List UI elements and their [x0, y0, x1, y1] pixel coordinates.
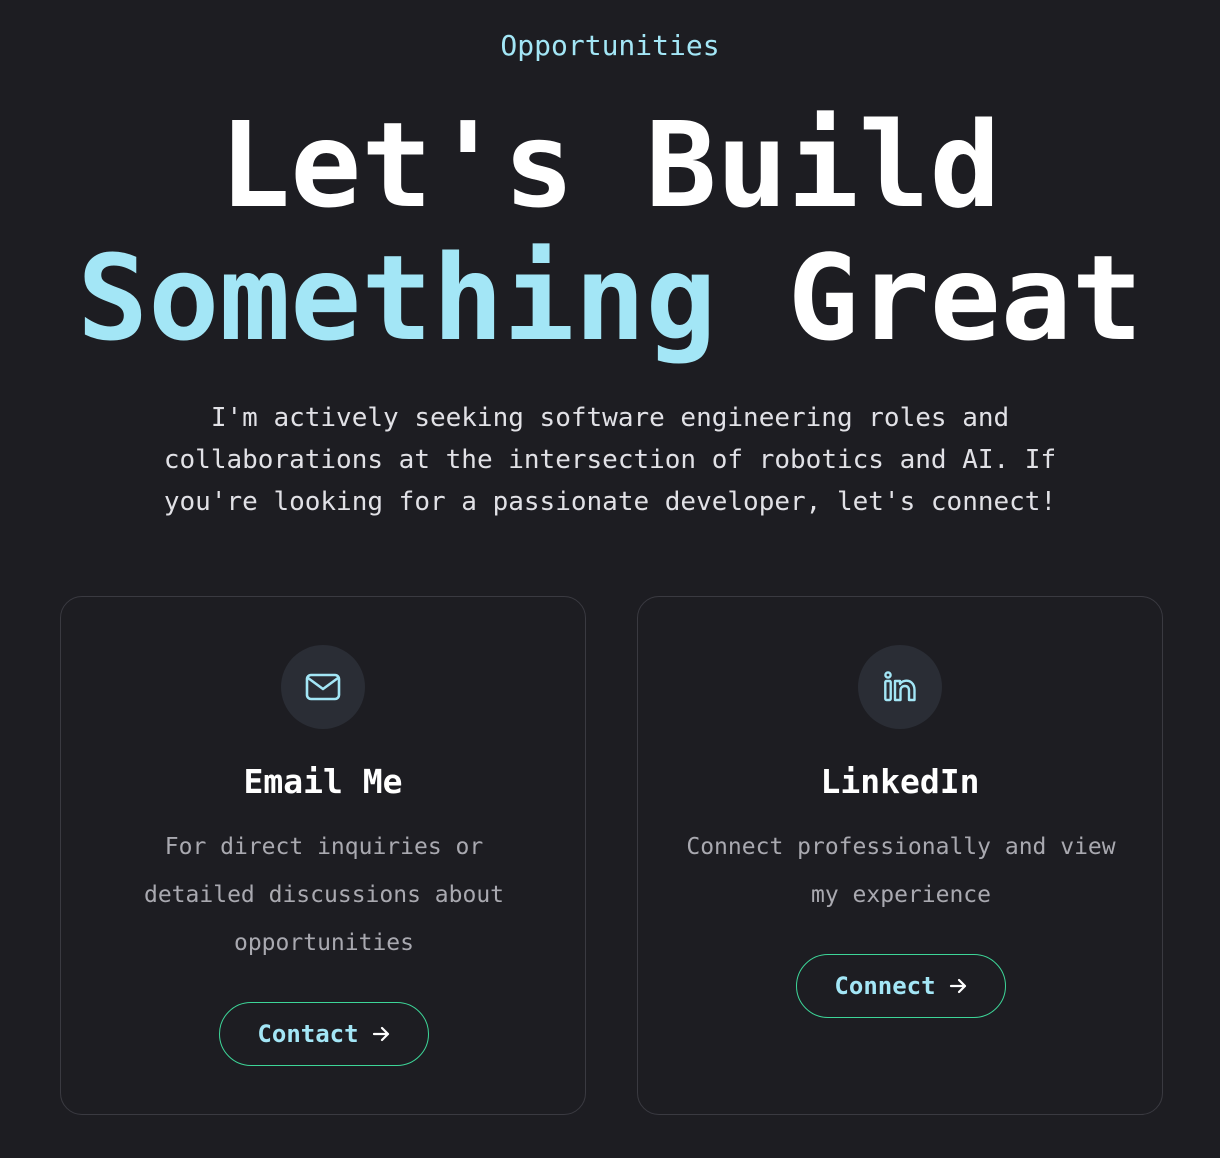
- email-card-title: Email Me: [243, 762, 403, 801]
- email-card-description: For direct inquiries or detailed discuss…: [143, 834, 505, 956]
- linkedin-icon-badge: [858, 645, 942, 729]
- opportunities-section: Opportunities Let's Build Something Grea…: [0, 0, 1220, 1158]
- email-card: Email Me For direct inquiries or detaile…: [60, 596, 586, 1115]
- headline-line-1: Let's Build: [219, 96, 1001, 234]
- headline-rest: Great: [787, 229, 1143, 367]
- section-eyebrow: Opportunities: [500, 29, 720, 62]
- linkedin-card: LinkedIn Connect professionally and view…: [637, 596, 1163, 1115]
- headline-accent: Something: [77, 229, 717, 367]
- email-icon-badge: [281, 645, 365, 729]
- linkedin-card-description: Connect professionally and view my exper…: [686, 834, 1116, 908]
- connect-button-label: Connect: [834, 972, 936, 1000]
- intro-text: I'm actively seeking software engineerin…: [163, 403, 1057, 517]
- arrow-right-icon: [948, 976, 968, 996]
- mail-icon: [305, 673, 341, 701]
- contact-button[interactable]: Contact: [219, 1002, 429, 1066]
- arrow-right-icon: [371, 1024, 391, 1044]
- linkedin-icon: [884, 671, 916, 702]
- connect-button[interactable]: Connect: [796, 954, 1006, 1018]
- contact-button-label: Contact: [257, 1020, 359, 1048]
- headline-line-2: Something Great: [0, 228, 1220, 368]
- linkedin-card-title: LinkedIn: [820, 762, 980, 801]
